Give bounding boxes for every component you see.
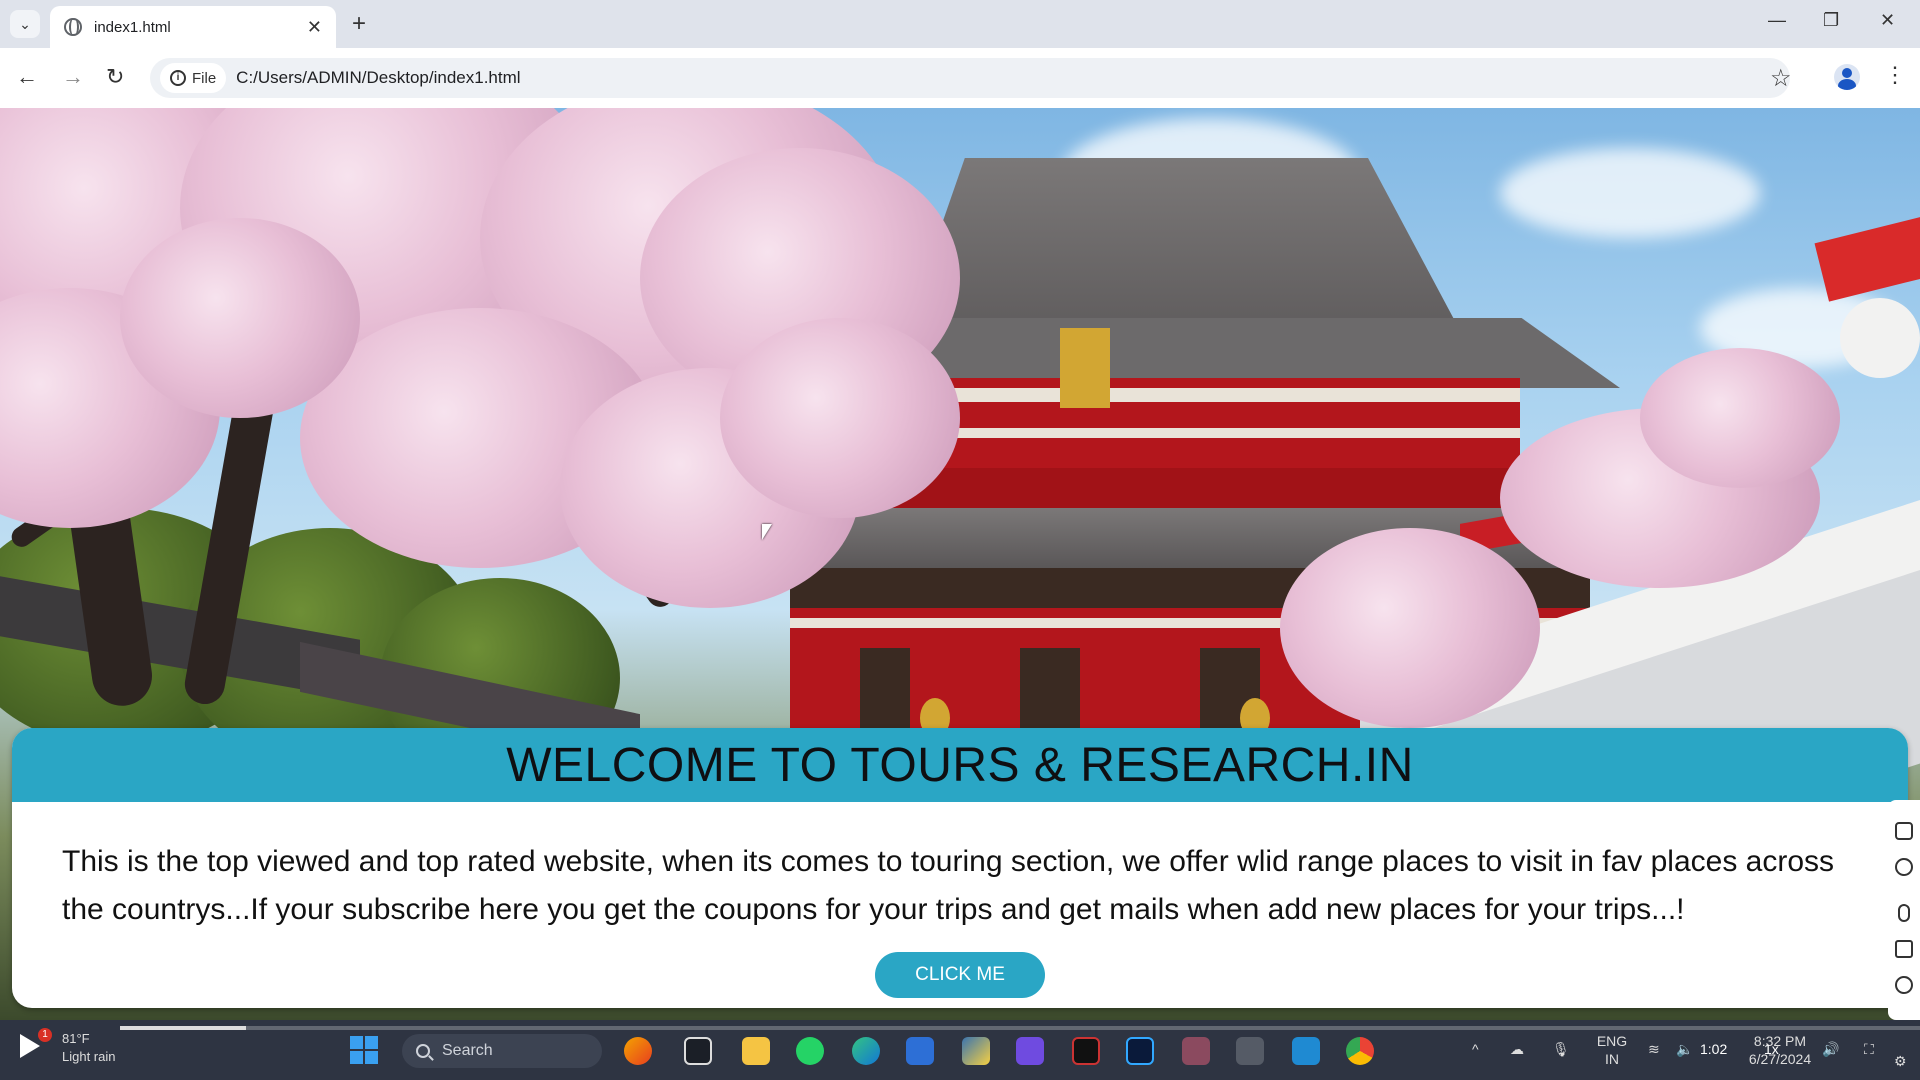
welcome-description: This is the top viewed and top rated web… bbox=[62, 845, 1835, 926]
record-icon[interactable] bbox=[1895, 858, 1913, 876]
fullscreen-icon[interactable]: ⛶ bbox=[1864, 1040, 1874, 1058]
copilot-icon[interactable] bbox=[624, 1037, 652, 1065]
clock[interactable]: 8:32 PM 6/27/2024 bbox=[1740, 1032, 1820, 1068]
microphone-icon[interactable] bbox=[1898, 904, 1910, 922]
timer-icon[interactable] bbox=[1895, 976, 1913, 994]
video-time: 1:02 bbox=[1700, 1041, 1728, 1057]
maximize-button[interactable]: ❐ bbox=[1823, 10, 1839, 31]
welcome-title: WELCOME TO TOURS & RESEARCH.IN bbox=[506, 738, 1414, 792]
weather-description: Light rain bbox=[62, 1049, 116, 1064]
new-tab-button[interactable]: + bbox=[352, 10, 366, 38]
language-indicator[interactable]: ENG IN bbox=[1594, 1032, 1630, 1068]
site-info-chip[interactable]: i File bbox=[160, 63, 227, 93]
pycharm-icon[interactable] bbox=[1016, 1037, 1044, 1065]
welcome-card: WELCOME TO TOURS & RESEARCH.IN This is t… bbox=[12, 728, 1908, 1008]
welcome-header: WELCOME TO TOURS & RESEARCH.IN bbox=[12, 728, 1908, 802]
page-favicon-icon bbox=[64, 18, 82, 36]
windows-start-icon[interactable] bbox=[350, 1036, 378, 1064]
python-icon[interactable] bbox=[962, 1037, 990, 1065]
whatsapp-icon[interactable] bbox=[796, 1037, 824, 1065]
video-progress-fill bbox=[120, 1026, 246, 1030]
onedrive-icon[interactable]: ☁ bbox=[1510, 1040, 1524, 1058]
file-explorer-icon[interactable] bbox=[742, 1037, 770, 1065]
cta-row: CLICK ME bbox=[12, 952, 1908, 998]
search-icon bbox=[416, 1044, 430, 1058]
click-me-button[interactable]: CLICK ME bbox=[875, 952, 1045, 998]
menu-icon[interactable]: ⋮ bbox=[1884, 62, 1906, 88]
profile-icon[interactable] bbox=[1834, 64, 1860, 90]
camera-icon[interactable] bbox=[1895, 822, 1913, 840]
volume-icon[interactable]: 🔊 bbox=[1822, 1040, 1839, 1058]
keyboard-icon[interactable] bbox=[1236, 1037, 1264, 1065]
reload-icon[interactable]: ↻ bbox=[106, 64, 124, 90]
taskbar-search-input[interactable]: Search bbox=[402, 1034, 602, 1068]
minimize-button[interactable]: — bbox=[1768, 10, 1786, 31]
mouse-cursor-icon bbox=[762, 524, 772, 540]
browser-toolbar: ← → ↻ i File C:/Users/ADMIN/Desktop/inde… bbox=[0, 48, 1920, 108]
playback-speed[interactable]: 1x bbox=[1764, 1040, 1779, 1058]
close-window-button[interactable]: ✕ bbox=[1880, 10, 1895, 31]
settings-gear-icon[interactable]: ⚙ bbox=[1894, 1052, 1907, 1070]
site-chip-label: File bbox=[192, 69, 217, 87]
close-tab-icon[interactable]: ✕ bbox=[307, 18, 322, 36]
speaker-icon[interactable] bbox=[1895, 940, 1913, 958]
wifi-icon[interactable]: ≋ bbox=[1648, 1040, 1660, 1058]
vscode-icon[interactable] bbox=[1292, 1037, 1320, 1065]
weather-widget[interactable]: 81°F Light rain bbox=[62, 1030, 115, 1066]
store-icon[interactable] bbox=[906, 1037, 934, 1065]
tab-search-icon[interactable]: ⌄ bbox=[10, 10, 40, 38]
weather-temperature: 81°F bbox=[62, 1031, 90, 1046]
task-view-icon[interactable] bbox=[684, 1037, 712, 1065]
tab-strip: ⌄ index1.html ✕ + — ❐ ✕ bbox=[0, 0, 1920, 48]
volume-mute-icon[interactable]: 🔈 bbox=[1676, 1040, 1693, 1058]
back-icon[interactable]: ← bbox=[16, 64, 38, 90]
address-bar[interactable]: i File C:/Users/ADMIN/Desktop/index1.htm… bbox=[150, 58, 1790, 98]
mic-tray-icon[interactable]: 🎙 bbox=[1552, 1040, 1570, 1058]
forward-icon[interactable]: → bbox=[62, 64, 84, 90]
tab-title: index1.html bbox=[94, 18, 171, 36]
screen-tool-icon[interactable] bbox=[1182, 1037, 1210, 1065]
photoshop-icon[interactable] bbox=[1126, 1037, 1154, 1065]
browser-tab[interactable]: index1.html ✕ bbox=[50, 6, 336, 48]
screen-recorder-toolbar bbox=[1888, 800, 1920, 1020]
taskbar-search-placeholder: Search bbox=[442, 1042, 493, 1059]
tray-overflow-icon[interactable]: ^ bbox=[1472, 1040, 1479, 1058]
edge-icon[interactable] bbox=[852, 1037, 880, 1065]
url-text[interactable]: C:/Users/ADMIN/Desktop/index1.html bbox=[236, 68, 520, 88]
app-icon-dark[interactable] bbox=[1072, 1037, 1100, 1065]
play-icon[interactable] bbox=[20, 1034, 40, 1058]
bookmark-star-icon[interactable]: ☆ bbox=[1770, 64, 1792, 93]
weather-alert-badge: 1 bbox=[38, 1028, 52, 1042]
video-progress-bar[interactable] bbox=[120, 1026, 1920, 1030]
chrome-icon[interactable] bbox=[1346, 1037, 1374, 1065]
info-icon: i bbox=[170, 70, 186, 86]
